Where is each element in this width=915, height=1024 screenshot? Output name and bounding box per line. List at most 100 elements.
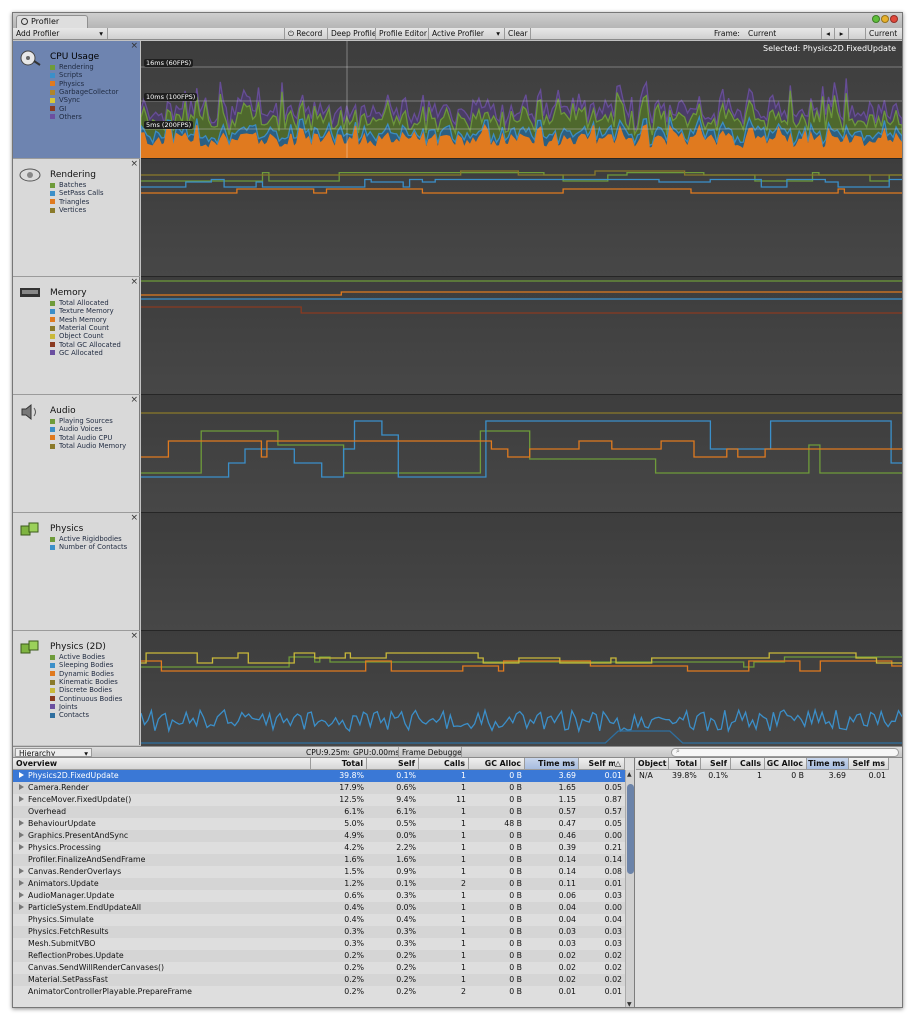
legend-item[interactable]: Contacts xyxy=(50,711,122,719)
detail-column-header-self-ms[interactable]: Self ms xyxy=(849,758,889,770)
chart-audio[interactable] xyxy=(141,395,902,513)
legend-item[interactable]: Audio Voices xyxy=(50,425,126,433)
column-header-gc-alloc[interactable]: GC Alloc xyxy=(469,758,525,770)
detail-row[interactable]: N/A 39.8% 0.1% 1 0 B 3.69 0.01 xyxy=(635,770,902,782)
close-icon[interactable]: × xyxy=(130,277,138,287)
module-rendering[interactable]: × Rendering Batches SetPass Calls Triangles V… xyxy=(13,159,140,277)
table-row[interactable]: AudioManager.Update 0.6% 0.3% 1 0 B 0.06 0.03 xyxy=(13,890,625,902)
table-row[interactable]: ReflectionProbes.Update 0.2% 0.2% 1 0 B 0.02 0… xyxy=(13,950,625,962)
table-row[interactable]: Canvas.SendWillRenderCanvases() 0.2% 0.2% 1… xyxy=(13,962,625,974)
legend-item[interactable]: Material Count xyxy=(50,324,121,332)
deep-profile-button[interactable]: Deep Profile xyxy=(328,28,376,39)
table-row[interactable]: Physics.Processing 4.2% 2.2% 1 0 B 0.39 0.21 xyxy=(13,842,625,854)
expand-arrow-icon[interactable] xyxy=(19,784,24,790)
legend-item[interactable]: SetPass Calls xyxy=(50,189,104,197)
scrollbar-thumb[interactable] xyxy=(627,784,634,874)
table-row[interactable]: Physics.Simulate 0.4% 0.4% 1 0 B 0.04 0.04 xyxy=(13,914,625,926)
chart-physics[interactable] xyxy=(141,513,902,631)
legend-item[interactable]: Triangles xyxy=(50,198,104,206)
legend-item[interactable]: GC Allocated xyxy=(50,349,121,357)
legend-item[interactable]: Sleeping Bodies xyxy=(50,661,122,669)
detail-column-header-self[interactable]: Self xyxy=(701,758,731,770)
module-physics-2d[interactable]: × Physics (2D) Active Bodies Sleeping Bodie… xyxy=(13,631,140,749)
record-button[interactable]: ⏻ Record xyxy=(284,28,328,39)
close-icon[interactable]: × xyxy=(130,159,138,169)
legend-item[interactable]: Kinematic Bodies xyxy=(50,678,122,686)
close-icon[interactable]: × xyxy=(130,395,138,405)
legend-item[interactable]: Total Audio CPU xyxy=(50,434,126,442)
expand-arrow-icon[interactable] xyxy=(19,796,24,802)
chart-rendering[interactable] xyxy=(141,159,902,277)
table-row[interactable]: FenceMover.FixedUpdate() 12.5% 9.4% 11 0 B 1.… xyxy=(13,794,625,806)
legend-item[interactable]: Active Rigidbodies xyxy=(50,535,127,543)
expand-arrow-icon[interactable] xyxy=(19,892,24,898)
legend-item[interactable]: GarbageCollector xyxy=(50,88,118,96)
legend-item[interactable]: Others xyxy=(50,113,118,121)
legend-item[interactable]: Object Count xyxy=(50,332,121,340)
table-row[interactable]: Material.SetPassFast 0.2% 0.2% 1 0 B 0.02 0.02 xyxy=(13,974,625,986)
profiler-tab[interactable]: Profiler xyxy=(16,15,88,28)
window-minimize-icon[interactable] xyxy=(881,15,889,23)
legend-item[interactable]: Physics xyxy=(50,80,118,88)
legend-item[interactable]: Mesh Memory xyxy=(50,316,121,324)
table-row[interactable]: Animators.Update 1.2% 0.1% 2 0 B 0.11 0.01 xyxy=(13,878,625,890)
current-frame-button[interactable]: Current xyxy=(865,28,902,39)
close-icon[interactable]: × xyxy=(130,513,138,523)
legend-item[interactable]: Continuous Bodies xyxy=(50,694,122,703)
scroll-down-arrow-icon[interactable]: ▼ xyxy=(627,1001,632,1007)
table-row[interactable]: Overhead 6.1% 6.1% 1 0 B 0.57 0.57 xyxy=(13,806,625,818)
legend-item[interactable]: Active Bodies xyxy=(50,653,122,661)
prev-frame-button[interactable]: ◂ xyxy=(821,28,835,39)
detail-column-header-gc-alloc[interactable]: GC Alloc xyxy=(765,758,807,770)
expand-arrow-icon[interactable] xyxy=(19,820,24,826)
search-field[interactable]: ⌕ xyxy=(671,747,899,757)
legend-item[interactable]: Discrete Bodies xyxy=(50,686,122,694)
table-row[interactable]: ParticleSystem.EndUpdateAll 0.4% 0.0% 1 0 B 0… xyxy=(13,902,625,914)
legend-item[interactable]: Rendering xyxy=(50,63,118,71)
table-row[interactable]: Graphics.PresentAndSync 4.9% 0.0% 1 0 B 0.46 0… xyxy=(13,830,625,842)
detail-column-header-object[interactable]: Object xyxy=(636,758,669,770)
view-mode-dropdown[interactable]: Hierarchy ▾ xyxy=(15,748,92,757)
vertical-scrollbar[interactable]: ▲ ▼ xyxy=(625,770,634,1007)
table-row[interactable]: Profiler.FinalizeAndSendFrame 1.6% 1.6% 1 0 … xyxy=(13,854,625,866)
table-row[interactable]: AnimatorControllerPlayable.PrepareFrame 0… xyxy=(13,986,625,998)
detail-column-header-total[interactable]: Total xyxy=(669,758,701,770)
table-row[interactable]: Mesh.SubmitVBO 0.3% 0.3% 1 0 B 0.03 0.03 xyxy=(13,938,625,950)
module-audio[interactable]: × Audio Playing Sources Audio Voices Total A… xyxy=(13,395,140,513)
legend-item[interactable]: Vertices xyxy=(50,206,104,214)
window-zoom-icon[interactable] xyxy=(872,15,880,23)
window-close-icon[interactable] xyxy=(890,15,898,23)
legend-item[interactable]: Scripts xyxy=(50,71,118,79)
profile-editor-button[interactable]: Profile Editor xyxy=(376,28,429,39)
add-profiler-dropdown[interactable]: Add Profiler ▾ xyxy=(13,28,108,39)
table-row[interactable]: BehaviourUpdate 5.0% 0.5% 1 48 B 0.47 0.05 xyxy=(13,818,625,830)
column-header-calls[interactable]: Calls xyxy=(419,758,469,770)
close-icon[interactable]: × xyxy=(130,631,138,641)
clear-button[interactable]: Clear xyxy=(505,28,531,39)
column-header-total[interactable]: Total xyxy=(311,758,367,770)
expand-arrow-icon[interactable] xyxy=(19,772,24,778)
table-row[interactable]: Camera.Render 17.9% 0.6% 1 0 B 1.65 0.05 xyxy=(13,782,625,794)
active-profiler-dropdown[interactable]: Active Profiler ▾ xyxy=(429,28,505,39)
expand-arrow-icon[interactable] xyxy=(19,904,24,910)
sort-direction-icon[interactable]: △ xyxy=(615,758,625,770)
table-row[interactable]: Canvas.RenderOverlays 1.5% 0.9% 1 0 B 0.14 0.0… xyxy=(13,866,625,878)
table-row[interactable]: Physics.FetchResults 0.3% 0.3% 1 0 B 0.03 0.03 xyxy=(13,926,625,938)
frame-debugger-button[interactable]: Frame Debugger xyxy=(398,747,462,758)
expand-arrow-icon[interactable] xyxy=(19,832,24,838)
column-header-overview[interactable]: Overview xyxy=(13,758,311,770)
chart-physics-2d[interactable] xyxy=(141,631,902,749)
expand-arrow-icon[interactable] xyxy=(19,868,24,874)
module-physics[interactable]: × Physics Active Rigidbodies Number of Cont… xyxy=(13,513,140,631)
legend-item[interactable]: Total Allocated xyxy=(50,299,121,307)
legend-item[interactable]: Batches xyxy=(50,181,104,189)
scroll-up-arrow-icon[interactable]: ▲ xyxy=(627,771,632,778)
chart-memory[interactable] xyxy=(141,277,902,395)
profiler-charts-panel[interactable]: 16ms (60FPS) 10ms (100FPS) 5ms (200FPS) Sel… xyxy=(141,41,902,749)
legend-item[interactable]: Texture Memory xyxy=(50,307,121,315)
detail-column-header-calls[interactable]: Calls xyxy=(731,758,765,770)
detail-column-header-time-ms[interactable]: Time ms xyxy=(807,758,849,770)
legend-item[interactable]: Dynamic Bodies xyxy=(50,670,122,678)
table-row[interactable]: Physics2D.FixedUpdate 39.8% 0.1% 1 0 B 3.69 0.… xyxy=(13,770,625,782)
column-header-self[interactable]: Self xyxy=(367,758,419,770)
